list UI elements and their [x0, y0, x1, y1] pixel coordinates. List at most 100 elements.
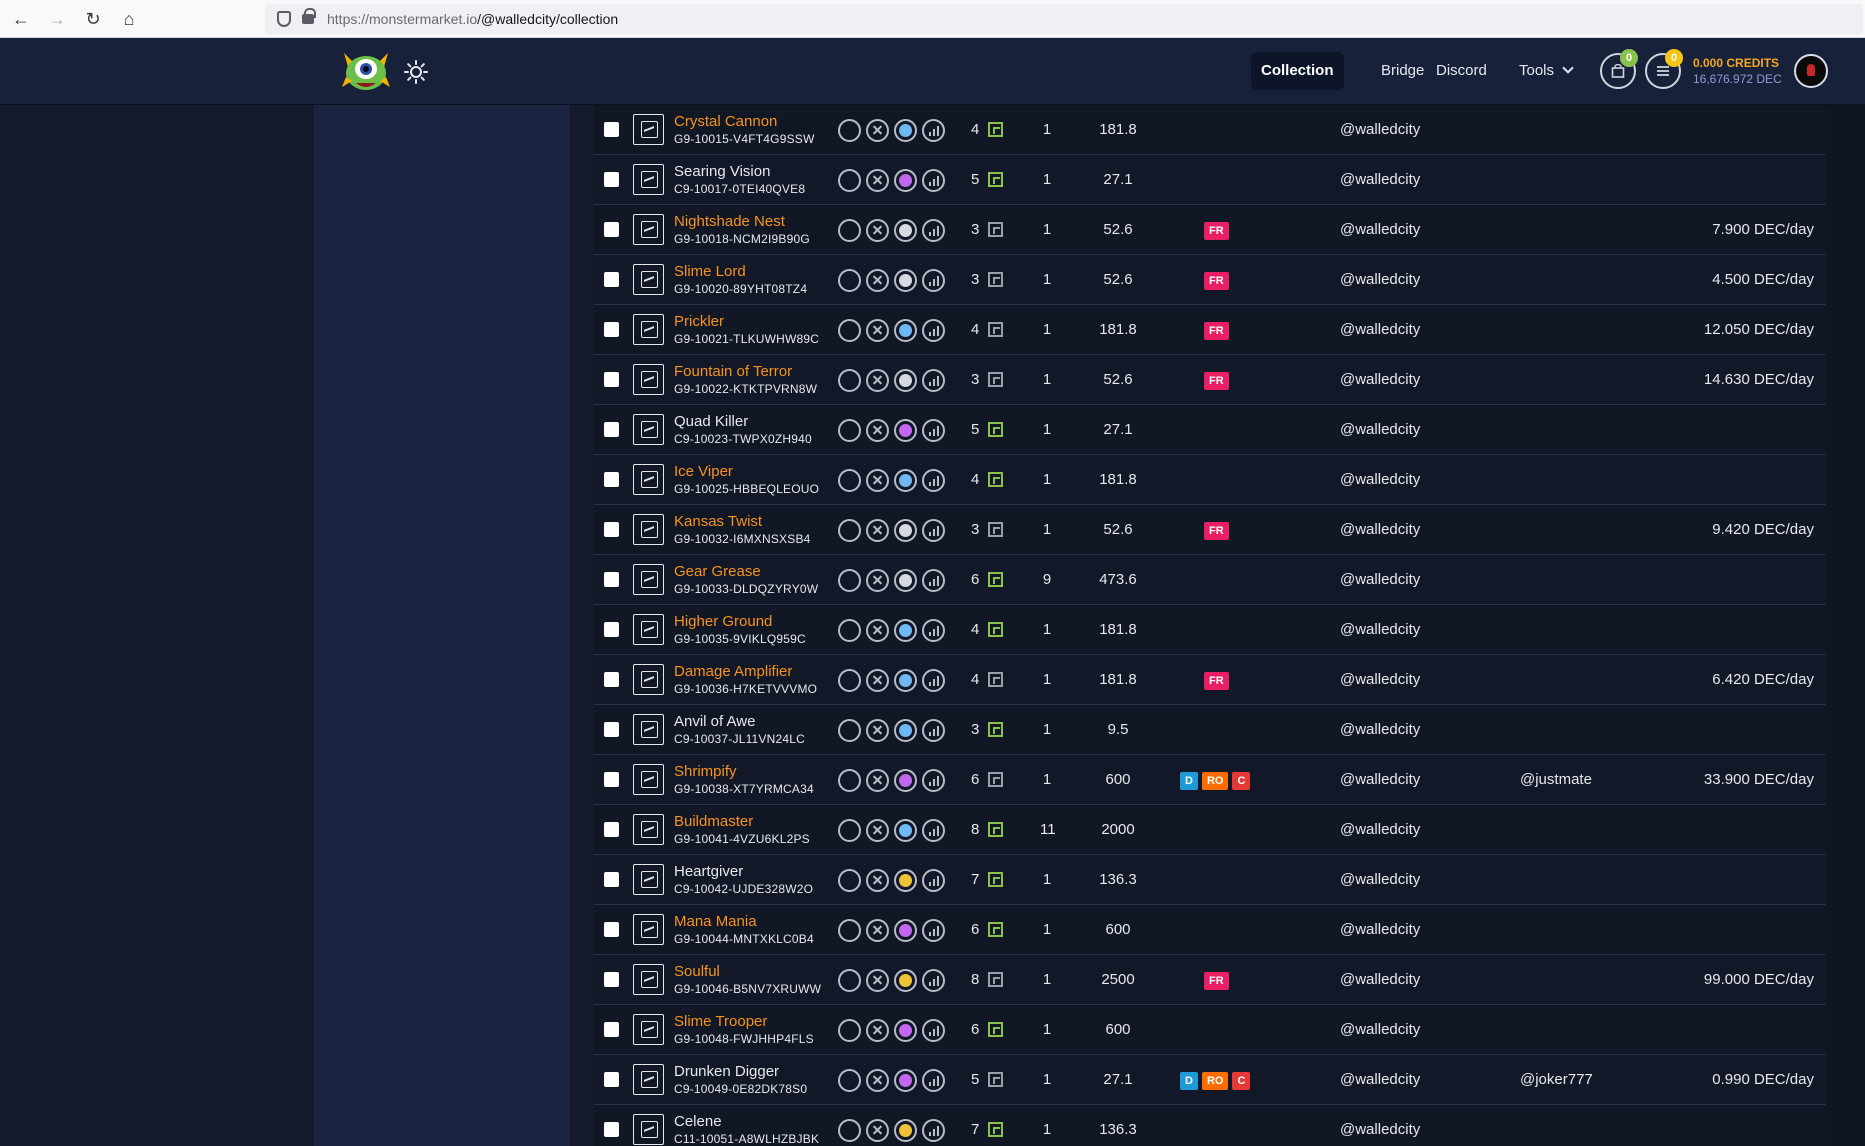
card-image-icon[interactable]: [633, 764, 664, 795]
stats-icon[interactable]: [922, 269, 945, 292]
card-name[interactable]: Mana Mania: [674, 913, 757, 930]
stats-icon[interactable]: [922, 669, 945, 692]
card-name[interactable]: Soulful: [674, 963, 720, 980]
card-owner[interactable]: @walledcity: [1340, 321, 1420, 338]
card-image-icon[interactable]: [633, 164, 664, 195]
table-row[interactable]: Higher Ground G9-10035-9VIKLQ959C 4 1 181.8 @…: [594, 605, 1826, 655]
stats-icon[interactable]: [922, 1119, 945, 1142]
card-name[interactable]: Nightshade Nest: [674, 213, 785, 230]
card-owner[interactable]: @walledcity: [1340, 471, 1420, 488]
row-checkbox[interactable]: [604, 372, 619, 387]
stats-icon[interactable]: [922, 919, 945, 942]
row-checkbox[interactable]: [604, 672, 619, 687]
card-owner[interactable]: @walledcity: [1340, 121, 1420, 138]
stats-icon[interactable]: [922, 419, 945, 442]
card-name[interactable]: Higher Ground: [674, 613, 772, 630]
table-row[interactable]: Slime Lord G9-10020-89YHT08TZ4 3 1 52.6 FR @wa…: [594, 255, 1826, 305]
card-name[interactable]: Prickler: [674, 313, 724, 330]
nav-bridge[interactable]: Bridge: [1371, 52, 1434, 90]
card-owner[interactable]: @walledcity: [1340, 271, 1420, 288]
card-image-icon[interactable]: [633, 664, 664, 695]
card-owner[interactable]: @walledcity: [1340, 1121, 1420, 1138]
table-row[interactable]: Mana Mania G9-10044-MNTXKLC0B4 6 1 600 @walle…: [594, 905, 1826, 955]
row-checkbox[interactable]: [604, 422, 619, 437]
stats-icon[interactable]: [922, 319, 945, 342]
table-row[interactable]: Searing Vision C9-10017-0TEI40QVE8 5 1 27.1 @…: [594, 155, 1826, 205]
row-checkbox[interactable]: [604, 472, 619, 487]
address-bar[interactable]: https://monstermarket.io/@walledcity/col…: [265, 4, 1863, 34]
back-arrow-icon[interactable]: ←: [8, 6, 34, 32]
card-owner[interactable]: @walledcity: [1340, 571, 1420, 588]
card-image-icon[interactable]: [633, 214, 664, 245]
card-owner[interactable]: @walledcity: [1340, 1021, 1420, 1038]
table-row[interactable]: Kansas Twist G9-10032-I6MXNSXSB4 3 1 52.6 FR @…: [594, 505, 1826, 555]
card-image-icon[interactable]: [633, 914, 664, 945]
table-row[interactable]: Prickler G9-10021-TLKUWHW89C 4 1 181.8 FR @wal…: [594, 305, 1826, 355]
row-checkbox[interactable]: [604, 172, 619, 187]
card-owner[interactable]: @walledcity: [1340, 621, 1420, 638]
row-checkbox[interactable]: [604, 522, 619, 537]
table-row[interactable]: Celene C11-10051-A8WLHZBJBK 7 1 136.3 @walled…: [594, 1105, 1826, 1146]
stats-icon[interactable]: [922, 719, 945, 742]
table-row[interactable]: Ice Viper G9-10025-HBBEQLEOUO 4 1 181.8 @wall…: [594, 455, 1826, 505]
card-name[interactable]: Anvil of Awe: [674, 713, 755, 730]
card-name[interactable]: Drunken Digger: [674, 1063, 779, 1080]
row-checkbox[interactable]: [604, 622, 619, 637]
card-image-icon[interactable]: [633, 264, 664, 295]
card-owner[interactable]: @walledcity: [1340, 371, 1420, 388]
card-renter[interactable]: @joker777: [1520, 1071, 1593, 1088]
row-checkbox[interactable]: [604, 772, 619, 787]
row-checkbox[interactable]: [604, 872, 619, 887]
stats-icon[interactable]: [922, 619, 945, 642]
stats-icon[interactable]: [922, 1019, 945, 1042]
table-row[interactable]: Slime Trooper G9-10048-FWJHHP4FLS 6 1 600 @wa…: [594, 1005, 1826, 1055]
card-name[interactable]: Celene: [674, 1113, 722, 1130]
table-row[interactable]: Shrimpify G9-10038-XT7YRMCA34 6 1 600 D RO C @wa…: [594, 755, 1826, 805]
row-checkbox[interactable]: [604, 922, 619, 937]
forward-arrow-icon[interactable]: →: [44, 6, 70, 32]
listings-button[interactable]: 0: [1645, 49, 1683, 89]
row-checkbox[interactable]: [604, 972, 619, 987]
stats-icon[interactable]: [922, 1069, 945, 1092]
card-image-icon[interactable]: [633, 314, 664, 345]
card-owner[interactable]: @walledcity: [1340, 1071, 1420, 1088]
card-owner[interactable]: @walledcity: [1340, 721, 1420, 738]
card-name[interactable]: Slime Trooper: [674, 1013, 767, 1030]
nav-tools[interactable]: Tools: [1509, 52, 1582, 90]
card-name[interactable]: Slime Lord: [674, 263, 746, 280]
home-icon[interactable]: ⌂: [116, 6, 142, 32]
card-image-icon[interactable]: [633, 464, 664, 495]
row-checkbox[interactable]: [604, 1122, 619, 1137]
card-image-icon[interactable]: [633, 364, 664, 395]
stats-icon[interactable]: [922, 219, 945, 242]
card-image-icon[interactable]: [633, 114, 664, 145]
card-owner[interactable]: @walledcity: [1340, 171, 1420, 188]
sun-theme-icon[interactable]: [404, 60, 428, 84]
nav-discord[interactable]: Discord: [1426, 52, 1497, 90]
table-row[interactable]: Quad Killer C9-10023-TWPX0ZH940 5 1 27.1 @wal…: [594, 405, 1826, 455]
card-owner[interactable]: @walledcity: [1340, 771, 1420, 788]
card-name[interactable]: Kansas Twist: [674, 513, 762, 530]
row-checkbox[interactable]: [604, 572, 619, 587]
card-owner[interactable]: @walledcity: [1340, 671, 1420, 688]
table-row[interactable]: Fountain of Terror G9-10022-KTKTPVRN8W 3 1 5…: [594, 355, 1826, 405]
card-owner[interactable]: @walledcity: [1340, 971, 1420, 988]
reload-icon[interactable]: ↻: [80, 6, 106, 32]
stats-icon[interactable]: [922, 569, 945, 592]
row-checkbox[interactable]: [604, 1022, 619, 1037]
lock-icon[interactable]: [302, 8, 316, 24]
card-name[interactable]: Crystal Cannon: [674, 113, 777, 130]
table-row[interactable]: Crystal Cannon G9-10015-V4FT4G9SSW 4 1 181.8…: [594, 105, 1826, 155]
stats-icon[interactable]: [922, 819, 945, 842]
stats-icon[interactable]: [922, 469, 945, 492]
card-owner[interactable]: @walledcity: [1340, 871, 1420, 888]
card-image-icon[interactable]: [633, 564, 664, 595]
card-name[interactable]: Buildmaster: [674, 813, 753, 830]
card-name[interactable]: Searing Vision: [674, 163, 770, 180]
row-checkbox[interactable]: [604, 1072, 619, 1087]
row-checkbox[interactable]: [604, 272, 619, 287]
row-checkbox[interactable]: [604, 322, 619, 337]
table-row[interactable]: Damage Amplifier G9-10036-H7KETVVVMO 4 1 181…: [594, 655, 1826, 705]
row-checkbox[interactable]: [604, 822, 619, 837]
card-name[interactable]: Fountain of Terror: [674, 363, 792, 380]
